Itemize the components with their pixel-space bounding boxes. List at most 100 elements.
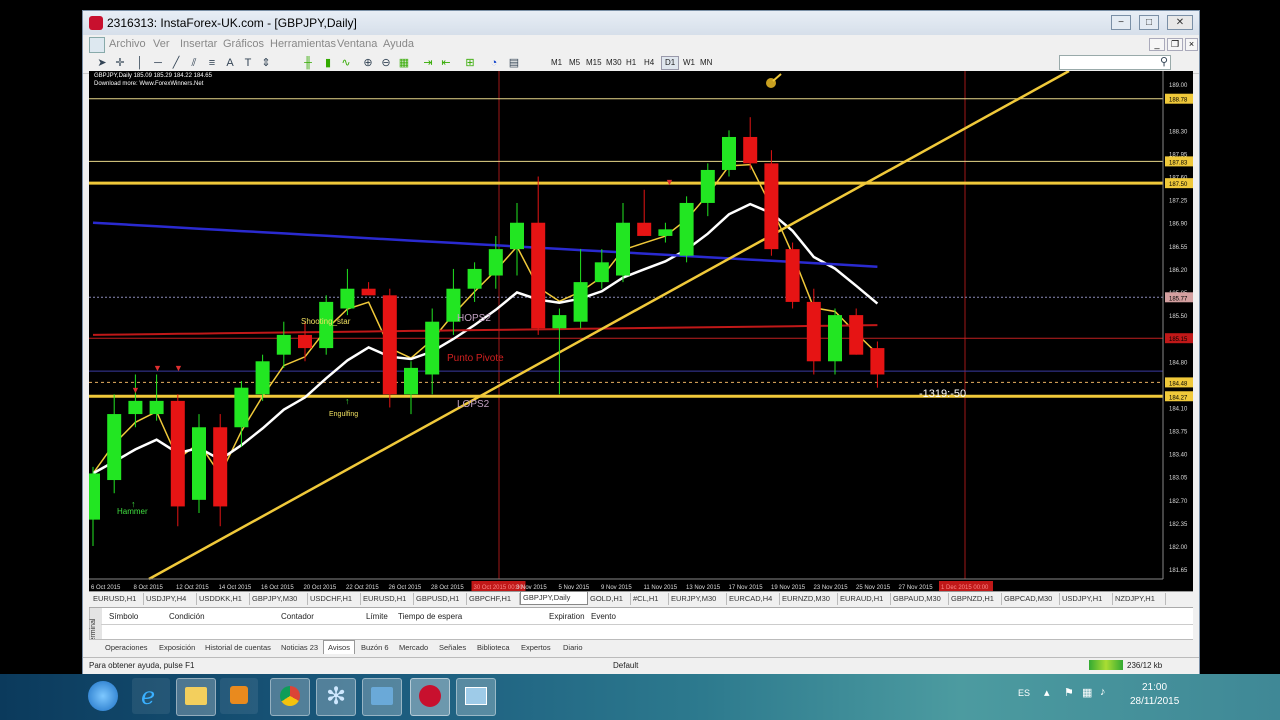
close-button[interactable]: ✕ [1167, 15, 1193, 30]
tab-mercado[interactable]: Mercado [399, 643, 428, 652]
symbol-tab[interactable]: GBPJPY,M30 [250, 593, 308, 605]
tab-diario[interactable]: Diario [563, 643, 583, 652]
menu-herramientas[interactable]: Herramientas [270, 38, 336, 50]
zoom-out-icon[interactable]: ⊖ [379, 56, 393, 70]
network-icon[interactable]: ▦ [1082, 686, 1092, 699]
price-chart[interactable]: 189.00188.78188.30187.95187.83187.60187.… [89, 71, 1193, 601]
menu-graficos[interactable]: Gráficos [223, 38, 264, 50]
mdi-minimize-button[interactable]: _ [1149, 38, 1165, 51]
chrome-icon[interactable] [270, 678, 310, 716]
tab-operaciones[interactable]: Operaciones [105, 643, 148, 652]
instaforex-taskbar-icon[interactable] [410, 678, 450, 716]
cursor-icon[interactable]: ➤ [95, 56, 109, 70]
tab-senales[interactable]: Señales [439, 643, 466, 652]
symbol-tab[interactable]: GBPCHF,H1 [467, 593, 520, 605]
symbol-tab[interactable]: #CL,H1 [631, 593, 669, 605]
symbol-tab[interactable]: EURAUD,H1 [838, 593, 891, 605]
screen-capture-icon[interactable] [456, 678, 496, 716]
timeframe-d1[interactable]: D1 [661, 56, 680, 70]
tile-icon[interactable]: ▦ [397, 56, 411, 70]
network-app-icon[interactable] [362, 678, 402, 716]
symbol-tab[interactable]: GBPNZD,H1 [949, 593, 1002, 605]
timeframe-mn[interactable]: MN [700, 58, 712, 67]
timeframe-m1[interactable]: M1 [551, 58, 562, 67]
symbol-tab[interactable]: GOLD,H1 [588, 593, 631, 605]
tab-avisos[interactable]: Avisos [323, 640, 355, 654]
menu-ventana[interactable]: Ventana [337, 38, 377, 50]
symbol-tab[interactable]: GBPJPY,Daily [520, 591, 588, 605]
symbol-tab[interactable]: USDDKK,H1 [197, 593, 250, 605]
tab-exposicion[interactable]: Exposición [159, 643, 195, 652]
symbol-tab[interactable]: GBPAUD,M30 [891, 593, 949, 605]
start-button[interactable] [88, 681, 118, 711]
chart-window-icon[interactable] [89, 37, 105, 53]
timeframe-h4[interactable]: H4 [644, 58, 654, 67]
tab-buzon[interactable]: Buzón 6 [361, 643, 389, 652]
search-icon[interactable]: ⚲ [1157, 55, 1171, 69]
shapes-icon[interactable]: ⇕ [259, 56, 273, 70]
clock-date[interactable]: 28/11/2015 [1130, 696, 1179, 707]
horizontal-line-icon[interactable]: ─ [151, 56, 165, 70]
menu-ver[interactable]: Ver [153, 38, 170, 50]
symbol-tab[interactable]: EURUSD,H1 [361, 593, 414, 605]
tab-expertos[interactable]: Expertos [521, 643, 551, 652]
media-player-icon[interactable] [220, 678, 258, 714]
symbol-tab[interactable]: USDCHF,H1 [308, 593, 361, 605]
clock-icon[interactable]: ◔ [487, 56, 501, 70]
snowflake-app-icon[interactable]: ✻ [316, 678, 356, 716]
tab-noticias[interactable]: Noticias 23 [281, 643, 318, 652]
symbol-tab[interactable]: EURJPY,M30 [669, 593, 727, 605]
timeframe-m15[interactable]: M15 [586, 58, 602, 67]
explorer-icon[interactable] [176, 678, 216, 716]
column-contador[interactable]: Contador [281, 612, 314, 621]
chart-shift-icon[interactable]: ⇤ [439, 56, 453, 70]
menu-archivo[interactable]: Archivo [109, 38, 146, 50]
symbol-tab[interactable]: GBPCAD,M30 [1002, 593, 1060, 605]
search-input[interactable] [1059, 55, 1171, 70]
label-icon[interactable]: T [241, 56, 255, 70]
timeframe-m30[interactable]: M30 [606, 58, 622, 67]
column-limite[interactable]: Límite [366, 612, 388, 621]
vertical-line-icon[interactable]: │ [133, 56, 147, 70]
column-simbolo[interactable]: Símbolo [109, 612, 138, 621]
tab-historial[interactable]: Historial de cuentas [205, 643, 271, 652]
symbol-tab[interactable]: EURNZD,M30 [780, 593, 838, 605]
menu-ayuda[interactable]: Ayuda [383, 38, 414, 50]
symbol-tab[interactable]: NZDJPY,H1 [1113, 593, 1166, 605]
flag-icon[interactable]: ⚑ [1064, 686, 1074, 699]
text-icon[interactable]: A [223, 56, 237, 70]
ie-icon[interactable]: e [132, 678, 170, 714]
symbol-tab[interactable]: GBPUSD,H1 [414, 593, 467, 605]
candle-chart-icon[interactable]: ▮ [321, 56, 335, 70]
language-indicator[interactable]: ES [1018, 688, 1030, 698]
fibonacci-icon[interactable]: ≡ [205, 56, 219, 70]
symbol-tab[interactable]: EURCAD,H4 [727, 593, 780, 605]
maximize-button[interactable]: □ [1139, 15, 1159, 30]
mdi-close-button[interactable]: × [1185, 38, 1198, 51]
chevron-up-icon[interactable]: ▴ [1044, 686, 1050, 699]
column-condicion[interactable]: Condición [169, 612, 205, 621]
tab-biblioteca[interactable]: Biblioteca [477, 643, 510, 652]
trendline-icon[interactable]: ╱ [169, 56, 183, 70]
symbol-tab[interactable]: EURUSD,H1 [91, 593, 144, 605]
line-chart-icon[interactable]: ∿ [339, 56, 353, 70]
autoscroll-icon[interactable]: ⇥ [421, 56, 435, 70]
column-evento[interactable]: Evento [591, 612, 616, 621]
bar-chart-icon[interactable]: ╫ [301, 56, 315, 70]
column-expiration[interactable]: Expiration [549, 612, 585, 621]
clock-time[interactable]: 21:00 [1142, 682, 1167, 693]
templates-icon[interactable]: ▤ [507, 56, 521, 70]
crosshair-icon[interactable]: ✛ [113, 56, 127, 70]
menu-insertar[interactable]: Insertar [180, 38, 217, 50]
minimize-button[interactable]: − [1111, 15, 1131, 30]
zoom-in-icon[interactable]: ⊕ [361, 56, 375, 70]
timeframe-w1[interactable]: W1 [683, 58, 695, 67]
indicators-icon[interactable]: ⊞ [463, 56, 477, 70]
symbol-tab[interactable]: USDJPY,H4 [144, 593, 197, 605]
column-tiempo-espera[interactable]: Tiempo de espera [398, 612, 462, 621]
channel-icon[interactable]: ⫽ [187, 56, 201, 70]
timeframe-h1[interactable]: H1 [626, 58, 636, 67]
volume-icon[interactable]: ♪ [1100, 686, 1106, 698]
timeframe-m5[interactable]: M5 [569, 58, 580, 67]
symbol-tab[interactable]: USDJPY,H1 [1060, 593, 1113, 605]
